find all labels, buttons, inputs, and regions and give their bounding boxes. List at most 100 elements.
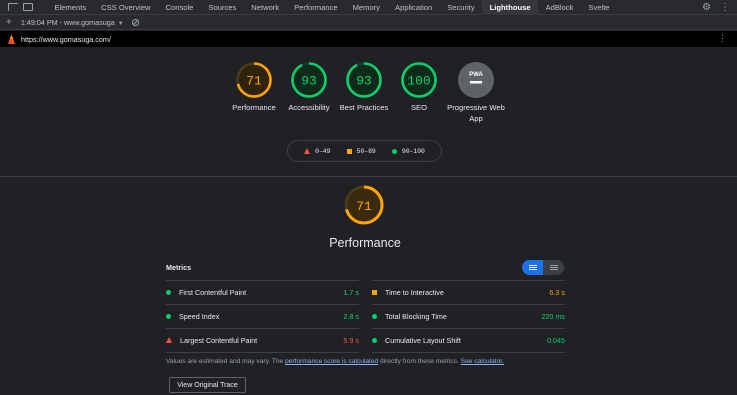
score-gauge: 100 — [401, 62, 437, 98]
metric-value: 1.7 s — [343, 287, 359, 297]
tab-css-overview[interactable]: CSS Overview — [94, 0, 158, 15]
metric-value: 220 ms — [541, 311, 565, 321]
performance-score-gauge: 71 — [344, 185, 384, 225]
tab-network[interactable]: Network — [244, 0, 287, 15]
tab-elements[interactable]: Elements — [47, 0, 94, 15]
metric-value: 0.045 — [547, 335, 565, 345]
metric-name: Speed Index — [179, 311, 220, 321]
pass-circle-icon — [391, 148, 397, 154]
devtools-tab-bar: Elements CSS Overview Console Sources Networ… — [0, 0, 737, 15]
category-best-practices[interactable]: 93 Best Practices — [334, 61, 394, 113]
category-seo[interactable]: 100 SEO — [389, 61, 449, 113]
category-label: Progressive Web App — [447, 103, 505, 123]
section-divider — [0, 176, 737, 177]
estimation-note: Values are estimated and may vary. The p… — [166, 358, 504, 365]
tab-application[interactable]: Application — [388, 0, 440, 15]
average-square-icon — [372, 289, 377, 295]
metric-divider — [372, 328, 565, 329]
metric-divider — [166, 280, 359, 281]
score-gauge: 93 — [346, 62, 382, 98]
pwa-badge-icon: PWA — [458, 62, 494, 98]
category-accessibility[interactable]: 93 Accessibility — [279, 61, 339, 113]
inspect-element-icon[interactable] — [8, 3, 18, 11]
note-text-start: Values are estimated and may vary. The — [166, 358, 286, 365]
clear-reports-icon[interactable] — [131, 18, 139, 26]
pass-circle-icon — [166, 289, 171, 295]
metric-time-to-interactive: Time to Interactive 6.3 s — [372, 282, 565, 302]
category-performance[interactable]: 71 Performance — [224, 61, 284, 113]
pwa-badge-label: PWA — [469, 72, 483, 78]
score-gauge: 71 — [236, 62, 272, 98]
pass-circle-icon — [166, 313, 171, 319]
metric-divider — [372, 304, 565, 305]
pass-circle-icon — [372, 337, 377, 343]
report-selector-label: 1:49:04 PM - www.gomasuga — [20, 17, 115, 27]
tab-security[interactable]: Security — [440, 0, 482, 15]
metric-divider — [372, 352, 565, 353]
pwa-dash-icon — [470, 81, 482, 84]
report-url-bar: https://www.gomasuga.com/ ⋮ — [0, 31, 737, 47]
new-report-icon[interactable]: + — [6, 17, 12, 28]
expanded-view-button[interactable] — [543, 260, 564, 275]
report-selector[interactable]: 1:49:04 PM - www.gomasuga ▼ — [21, 18, 124, 27]
metric-name: Total Blocking Time — [385, 311, 447, 321]
metric-divider — [166, 328, 359, 329]
score-calculated-link[interactable]: performance score is calculated — [285, 358, 378, 365]
metric-largest-contentful-paint: Largest Contentful Paint 5.9 s — [166, 330, 359, 350]
note-text-middle: directly from these metrics. — [378, 358, 461, 365]
legend-pass: 90–100 — [391, 148, 425, 155]
score-value: 93 — [356, 74, 372, 89]
lighthouse-toolbar: + 1:49:04 PM - www.gomasuga ▼ — [0, 15, 737, 30]
score-value: 100 — [407, 74, 430, 89]
category-gauges: 71 Performance 93 Accessibility 93 Best Pract… — [0, 61, 737, 141]
fail-triangle-icon — [166, 337, 172, 343]
tab-adblock[interactable]: AdBlock — [538, 0, 581, 15]
category-progressive-web-app[interactable]: PWA Progressive Web App — [446, 61, 506, 124]
category-label: SEO — [410, 103, 428, 112]
tab-svelte[interactable]: Svelte — [581, 0, 617, 15]
legend-fail: 0–49 — [304, 148, 330, 155]
chevron-down-icon: ▼ — [117, 20, 124, 27]
legend-average-label: 50–89 — [356, 147, 376, 155]
category-label: Performance — [232, 103, 276, 112]
lighthouse-logo-icon — [8, 34, 15, 44]
tab-lighthouse[interactable]: Lighthouse — [482, 0, 539, 15]
device-toolbar-icon[interactable] — [23, 3, 33, 11]
tab-performance[interactable]: Performance — [287, 0, 345, 15]
metric-name: Time to Interactive — [385, 287, 444, 297]
metric-total-blocking-time: Total Blocking Time 220 ms — [372, 306, 565, 326]
compact-view-button[interactable] — [522, 260, 543, 275]
performance-score-value: 71 — [356, 199, 372, 214]
devtools-tabs: Elements CSS Overview Console Sources Networ… — [47, 0, 617, 15]
report-url[interactable]: https://www.gomasuga.com/ — [21, 35, 111, 44]
score-gauge: 93 — [291, 62, 327, 98]
report-menu-icon[interactable]: ⋮ — [718, 33, 727, 44]
score-value: 71 — [246, 74, 262, 89]
tab-console[interactable]: Console — [158, 0, 201, 15]
view-original-trace-button[interactable]: View Original Trace — [169, 377, 246, 393]
metric-first-contentful-paint: First Contentful Paint 1.7 s — [166, 282, 359, 302]
metrics-view-toggle — [522, 260, 564, 275]
metric-name: Largest Contentful Paint — [180, 335, 258, 345]
more-options-icon[interactable]: ⋮ — [720, 2, 730, 13]
score-value: 93 — [301, 74, 317, 89]
tab-sources[interactable]: Sources — [201, 0, 244, 15]
category-label: Best Practices — [339, 103, 389, 112]
metric-value: 6.3 s — [549, 287, 565, 297]
legend-average: 50–89 — [346, 147, 376, 155]
metric-cumulative-layout-shift: Cumulative Layout Shift 0.045 — [372, 330, 565, 350]
expanded-list-icon — [549, 265, 558, 270]
metric-value: 2.8 s — [343, 311, 359, 321]
compact-list-icon — [528, 265, 537, 270]
metric-speed-index: Speed Index 2.8 s — [166, 306, 359, 326]
performance-section-title: Performance — [329, 236, 401, 250]
pass-circle-icon — [372, 313, 377, 319]
see-calculator-link[interactable]: See calculator. — [461, 358, 504, 365]
metric-divider — [166, 352, 359, 353]
fail-triangle-icon — [304, 148, 311, 154]
metric-name: Cumulative Layout Shift — [385, 335, 461, 345]
metric-name: First Contentful Paint — [179, 287, 247, 297]
settings-gear-icon[interactable]: ⚙ — [702, 2, 711, 13]
average-square-icon — [346, 148, 352, 154]
tab-memory[interactable]: Memory — [345, 0, 387, 15]
